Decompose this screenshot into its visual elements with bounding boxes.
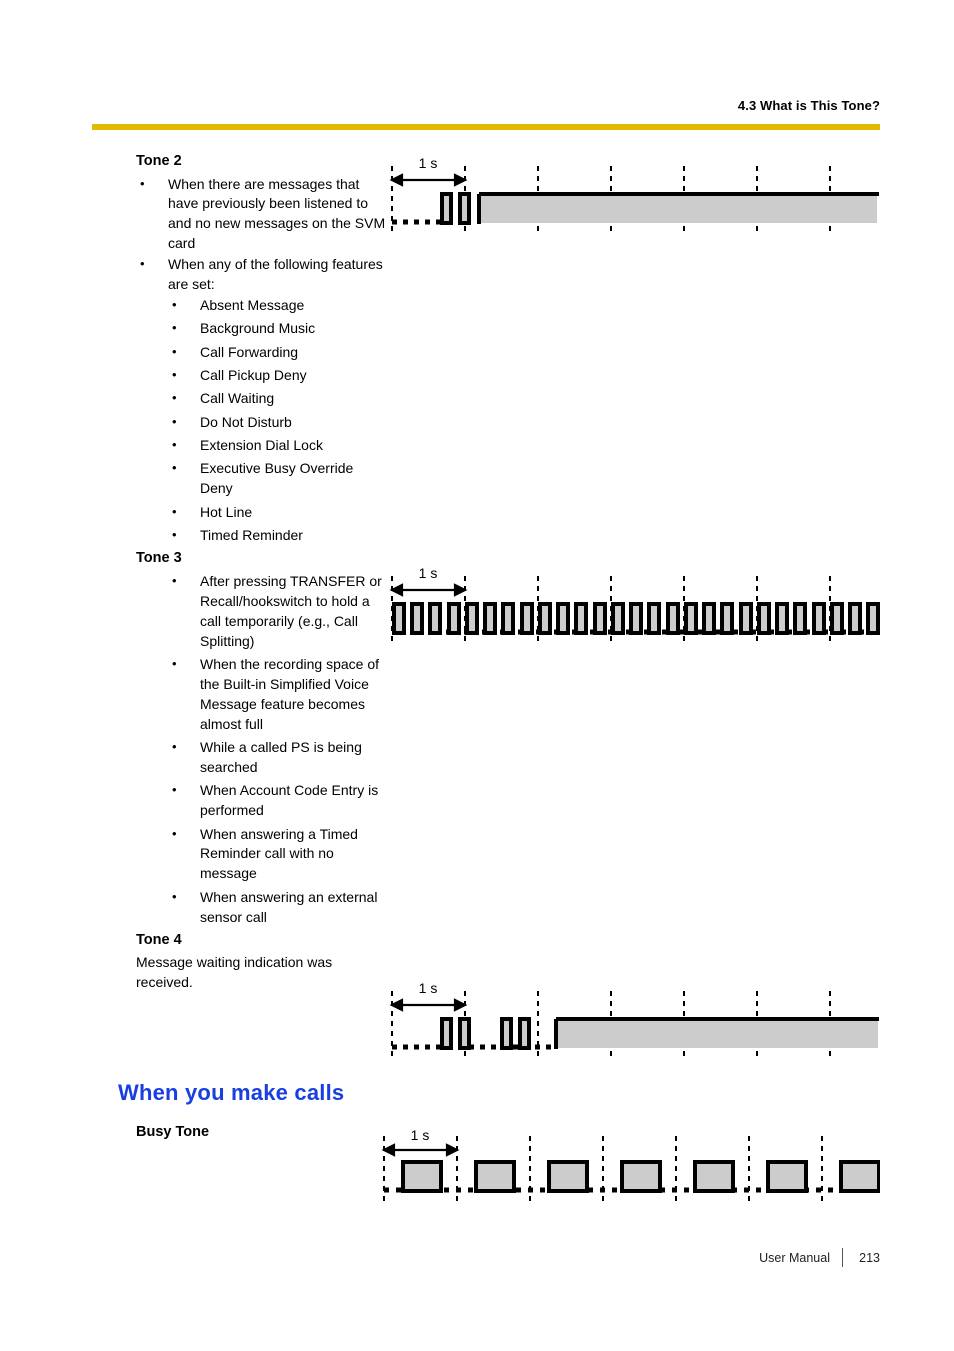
list-item: When Account Code Entry is performed: [168, 781, 386, 821]
busy-tone-waveform: 1 s: [370, 1128, 880, 1210]
list-item: When any of the following features are s…: [136, 255, 386, 295]
scale-label-1s: 1 s: [419, 980, 438, 996]
list-item: When answering a Timed Reminder call wit…: [168, 825, 386, 885]
footer-separator: [842, 1248, 843, 1267]
tone-2-heading: Tone 2: [136, 153, 182, 169]
tone-4-heading: Tone 4: [136, 931, 182, 948]
page-footer: User Manual 213: [92, 1248, 880, 1267]
footer-page-number: 213: [859, 1250, 880, 1265]
list-item: Executive Busy Override Deny: [168, 459, 386, 499]
page-header: 4.3 What is This Tone?: [92, 98, 880, 130]
list-item: When there are messages that have previo…: [136, 175, 386, 255]
list-item: Extension Dial Lock: [168, 436, 386, 456]
busy-tone-heading: Busy Tone: [136, 1124, 210, 1140]
scale-label-1s: 1 s: [419, 565, 438, 581]
scale-label-1s: 1 s: [419, 155, 438, 171]
tone-4-waveform: 1 s: [380, 977, 880, 1067]
list-item: Call Waiting: [168, 389, 386, 409]
tone-3-heading: Tone 3: [136, 550, 182, 567]
tone-2-sub-list-wrap: Absent Message Background Music Call For…: [136, 296, 386, 546]
scale-label-1s: 1 s: [411, 1128, 430, 1143]
when-you-make-calls-heading: When you make calls: [118, 1080, 345, 1105]
content-column: Tone 2 When there are messages that have…: [136, 152, 386, 993]
list-item: Do Not Disturb: [168, 413, 386, 433]
tone-3-bullet-list: After pressing TRANSFER or Recall/hooksw…: [168, 572, 386, 927]
footer-label: User Manual: [759, 1250, 830, 1265]
tone-2-waveform: 1 s: [380, 152, 880, 242]
list-item: When the recording space of the Built-in…: [168, 655, 386, 735]
list-item: While a called PS is being searched: [168, 738, 386, 778]
list-item: Background Music: [168, 319, 386, 339]
list-item: Call Forwarding: [168, 343, 386, 363]
list-item: When answering an external sensor call: [168, 888, 386, 928]
header-section-title: 4.3 What is This Tone?: [737, 98, 880, 113]
list-item: Absent Message: [168, 296, 386, 316]
tone-2-feature-list: Absent Message Background Music Call For…: [168, 296, 386, 546]
list-item: Timed Reminder: [168, 526, 386, 546]
tone-3-waveform: 1 s: [380, 562, 880, 652]
list-item: Call Pickup Deny: [168, 366, 386, 386]
tone-3-list-wrap: After pressing TRANSFER or Recall/hooksw…: [136, 572, 386, 927]
list-item: Hot Line: [168, 503, 386, 523]
list-item: After pressing TRANSFER or Recall/hooksw…: [168, 572, 386, 652]
header-rule: [92, 124, 880, 130]
tone-2-bullet-list: When there are messages that have previo…: [136, 175, 386, 295]
tone-4-paragraph: Message waiting indication was received.: [136, 954, 333, 991]
